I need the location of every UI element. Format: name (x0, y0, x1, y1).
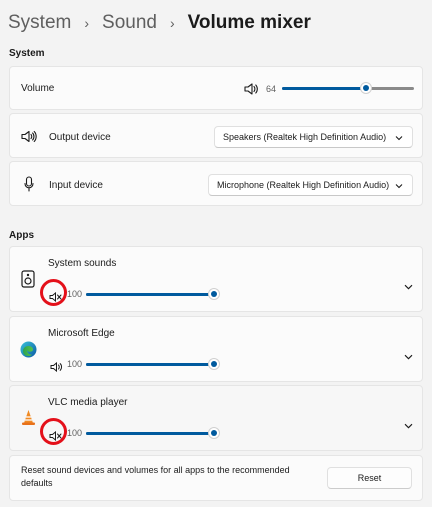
app-name: VLC media player (48, 397, 128, 408)
app-volume-slider[interactable] (86, 358, 220, 370)
expand-chevron-icon[interactable] (404, 416, 413, 434)
app-card-vlc-media-player[interactable]: VLC media player 100 (9, 385, 423, 451)
volume-label: Volume (21, 83, 55, 94)
highlight-circle (40, 279, 67, 306)
volume-value: 64 (266, 84, 277, 94)
slider-thumb[interactable] (208, 427, 220, 439)
input-device-dropdown[interactable]: Microphone (Realtek High Definition Audi… (208, 174, 413, 196)
app-name: Microsoft Edge (48, 328, 115, 339)
app-card-microsoft-edge[interactable]: Microsoft Edge 100 (9, 316, 423, 382)
chevron-down-icon (395, 133, 403, 143)
page-title: Volume mixer (187, 12, 311, 33)
app-volume-slider[interactable] (86, 288, 220, 300)
system-section-heading: System (9, 48, 45, 59)
volume-slider[interactable] (282, 82, 414, 94)
slider-fill (86, 432, 214, 435)
reset-description: Reset sound devices and volumes for all … (21, 465, 290, 488)
output-device-card: Output device Speakers (Realtek High Def… (9, 113, 423, 158)
speaker-icon[interactable] (50, 359, 63, 377)
slider-fill (282, 87, 367, 90)
expand-chevron-icon[interactable] (404, 347, 413, 365)
volume-card: Volume 64 (9, 66, 423, 110)
vlc-cone-icon (21, 409, 36, 431)
output-device-label: Output device (49, 132, 111, 143)
app-card-system-sounds[interactable]: System sounds 100 (9, 246, 423, 312)
speaker-device-icon (21, 270, 35, 293)
speaker-icon[interactable] (244, 82, 258, 100)
reset-card: Reset sound devices and volumes for all … (9, 455, 423, 501)
app-volume-value: 100 (67, 428, 83, 438)
input-device-selected: Microphone (Realtek High Definition Audi… (217, 180, 390, 190)
edge-logo-icon (20, 341, 37, 363)
breadcrumb-separator-icon: › (84, 15, 90, 31)
slider-thumb[interactable] (208, 358, 220, 370)
input-device-card: Input device Microphone (Realtek High De… (9, 161, 423, 206)
app-volume-value: 100 (67, 289, 83, 299)
app-name: System sounds (48, 258, 117, 269)
app-volume-value: 100 (67, 359, 83, 369)
output-device-dropdown[interactable]: Speakers (Realtek High Definition Audio) (214, 126, 413, 148)
reset-button[interactable]: Reset (327, 467, 412, 489)
breadcrumb-separator-icon: › (169, 15, 175, 31)
slider-fill (86, 293, 214, 296)
apps-section-heading: Apps (9, 230, 34, 241)
output-device-selected: Speakers (Realtek High Definition Audio) (223, 132, 387, 142)
highlight-circle (40, 418, 67, 445)
expand-chevron-icon[interactable] (404, 277, 413, 295)
input-device-label: Input device (49, 180, 103, 191)
breadcrumb: System › Sound › Volume mixer (8, 9, 311, 37)
breadcrumb-sound[interactable]: Sound (102, 12, 157, 34)
speaker-output-icon (21, 130, 37, 148)
slider-fill (86, 363, 214, 366)
breadcrumb-system[interactable]: System (8, 12, 71, 34)
microphone-icon (24, 176, 34, 197)
slider-thumb[interactable] (208, 288, 220, 300)
app-volume-slider[interactable] (86, 427, 220, 439)
slider-thumb[interactable] (360, 82, 373, 94)
chevron-down-icon (395, 181, 403, 191)
